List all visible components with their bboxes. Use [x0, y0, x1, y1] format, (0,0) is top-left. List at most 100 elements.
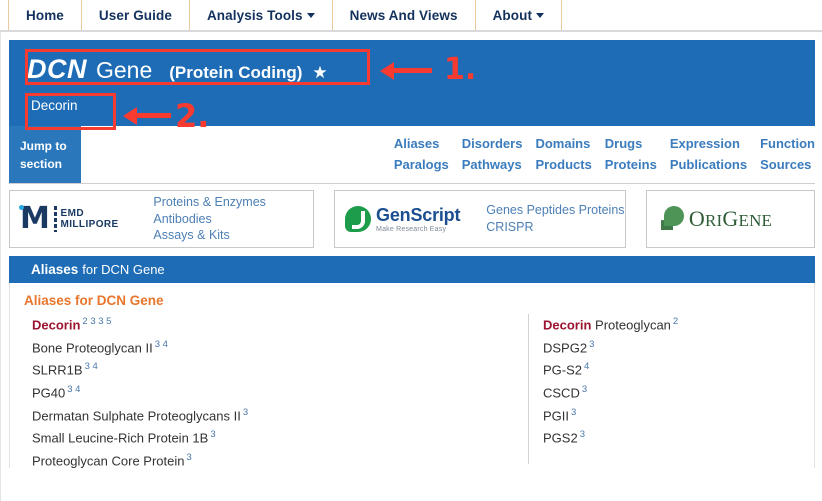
- chevron-down-icon: [536, 13, 544, 18]
- jump-tab-line1: Jump to: [20, 137, 81, 155]
- origene-logo-icon: ORIGENE: [661, 206, 772, 232]
- genscript-leaf-icon: [345, 206, 371, 232]
- millipore-wordmark: EMD MILLIPORE: [61, 208, 136, 230]
- aliases-left-column: Decorin2 3 3 5 Bone Proteoglycan II3 4 S…: [10, 314, 528, 464]
- alias-item: DSPG23: [543, 337, 814, 360]
- nav-item-about[interactable]: About: [476, 0, 562, 30]
- origene-wordmark: ORIGENE: [689, 206, 772, 232]
- aliases-section-subtitle: for DCN Gene: [82, 262, 164, 277]
- alias-label: Decorin: [32, 317, 80, 332]
- alias-sources: 3: [210, 429, 215, 440]
- alias-label: PGII: [543, 408, 569, 423]
- gene-type-label: (Protein Coding): [169, 63, 302, 83]
- millipore-m-glyph: M: [20, 204, 50, 234]
- jump-column-1: Aliases Paralogs: [394, 134, 449, 174]
- origene-leaf-icon: [661, 206, 685, 232]
- jump-link-pathways[interactable]: Pathways: [462, 155, 522, 175]
- alias-sources: 3 4: [85, 361, 98, 372]
- gene-word: Gene: [96, 57, 152, 84]
- alias-label: Dermatan Sulphate Proteoglycans II: [32, 408, 241, 423]
- sponsor-card-genscript[interactable]: GenScript Make Research Easy Genes Pepti…: [334, 190, 626, 248]
- jump-to-section-tab: Jump to section: [9, 126, 81, 183]
- alias-sources: 3: [580, 429, 585, 440]
- origene-o: O: [689, 206, 705, 231]
- jump-column-5: Expression Publications: [670, 134, 747, 174]
- nav-item-label: Home: [26, 8, 64, 23]
- alias-sources: 2: [673, 316, 678, 327]
- alias-sources: 3: [571, 407, 576, 418]
- nav-item-user-guide[interactable]: User Guide: [82, 0, 190, 30]
- gene-header-banner: DCN Gene (Protein Coding) ★ Decorin 1. 2…: [9, 40, 815, 126]
- nav-item-label: Analysis Tools: [207, 8, 303, 23]
- jump-link-publications[interactable]: Publications: [670, 155, 747, 175]
- page-body: DCN Gene (Protein Coding) ★ Decorin 1. 2…: [0, 32, 822, 501]
- aliases-heading: Aliases for DCN Gene: [10, 293, 814, 308]
- aliases-section-body: Aliases for DCN Gene Decorin2 3 3 5 Bone…: [9, 283, 815, 468]
- sponsor-text-line2: Assays & Kits: [153, 227, 313, 244]
- alias-label: SLRR1B: [32, 363, 83, 378]
- jump-link-proteins[interactable]: Proteins: [605, 155, 657, 175]
- jump-link-disorders[interactable]: Disorders: [462, 134, 523, 154]
- genscript-name: GenScript: [376, 206, 460, 224]
- alias-item: Proteoglycan Core Protein3: [32, 450, 528, 473]
- sponsor-card-emd-millipore[interactable]: M EMD MILLIPORE Proteins & Enzymes Antib…: [9, 190, 314, 248]
- alias-label: PGS2: [543, 431, 578, 446]
- jump-link-domains[interactable]: Domains: [535, 134, 590, 154]
- annotation-marker-1: 1.: [444, 55, 476, 85]
- nav-item-label: About: [493, 8, 532, 23]
- alias-label-suffix: Proteoglycan: [591, 317, 671, 332]
- aliases-section-title: Aliases: [31, 262, 78, 277]
- jump-link-aliases[interactable]: Aliases: [394, 134, 440, 154]
- sponsor-card-origene[interactable]: ORIGENE: [646, 190, 815, 248]
- jump-column-2: Disorders Pathways: [462, 134, 523, 174]
- alias-label: CSCD: [543, 385, 580, 400]
- nav-item-label: User Guide: [99, 8, 172, 23]
- sponsor-strip: M EMD MILLIPORE Proteins & Enzymes Antib…: [9, 184, 815, 256]
- alias-label: DSPG2: [543, 340, 587, 355]
- alias-label: Proteoglycan Core Protein: [32, 453, 184, 468]
- jump-link-paralogs[interactable]: Paralogs: [394, 155, 449, 175]
- jump-tab-line2: section: [20, 155, 81, 173]
- genscript-wordmark: GenScript Make Research Easy: [376, 206, 460, 233]
- jump-link-expression[interactable]: Expression: [670, 134, 740, 154]
- arrow-shaft: [392, 68, 432, 73]
- jump-column-3: Domains Products: [535, 134, 591, 174]
- genscript-logo-icon: GenScript Make Research Easy: [345, 206, 460, 233]
- alias-item: Decorin2 3 3 5: [32, 314, 528, 337]
- jump-link-drugs[interactable]: Drugs: [605, 134, 643, 154]
- alias-label: Bone Proteoglycan II: [32, 340, 153, 355]
- jump-column-6: Function Sources: [760, 134, 815, 174]
- alias-item: Bone Proteoglycan II3 4: [32, 337, 528, 360]
- alias-item: PGII3: [543, 405, 814, 428]
- nav-item-home[interactable]: Home: [8, 0, 82, 30]
- alias-item: SLRR1B3 4: [32, 359, 528, 382]
- sponsor-text-emd-millipore: Proteins & Enzymes Antibodies Assays & K…: [153, 194, 313, 245]
- alias-sources: 3 4: [155, 339, 168, 350]
- jump-link-function[interactable]: Function: [760, 134, 815, 154]
- alias-label: PG-S2: [543, 363, 582, 378]
- alias-sources: 2 3 3 5: [82, 316, 111, 327]
- sponsor-text-genscript: Genes Peptides Proteins CRISPR: [486, 202, 625, 236]
- sponsor-text-line1: Proteins & Enzymes Antibodies: [153, 194, 313, 228]
- nav-item-news-and-views[interactable]: News And Views: [333, 0, 476, 30]
- arrow-shaft: [135, 113, 171, 118]
- nav-item-label: News And Views: [350, 8, 458, 23]
- nav-item-analysis-tools[interactable]: Analysis Tools: [190, 0, 333, 30]
- alias-sources: 4: [584, 361, 589, 372]
- arrow-head-icon: [380, 62, 394, 80]
- emd-millipore-logo-icon: M EMD MILLIPORE: [20, 204, 135, 234]
- alias-item: Decorin Proteoglycan2: [543, 314, 814, 337]
- alias-item: PGS23: [543, 427, 814, 450]
- aliases-right-column: Decorin Proteoglycan2 DSPG23 PG-S24 CSCD…: [528, 314, 814, 464]
- main-navigation: Home User Guide Analysis Tools News And …: [0, 0, 822, 32]
- origene-ri: RI: [705, 211, 722, 230]
- chevron-down-icon: [307, 13, 315, 18]
- alias-label: PG40: [32, 385, 65, 400]
- jump-link-products[interactable]: Products: [535, 155, 591, 175]
- favorite-star-icon[interactable]: ★: [312, 63, 327, 83]
- alias-sources: 3: [589, 339, 594, 350]
- alias-sources: 3 4: [67, 384, 80, 395]
- origene-g: G: [722, 206, 738, 231]
- jump-to-section-bar: Jump to section Aliases Paralogs Disorde…: [9, 126, 815, 184]
- jump-link-sources[interactable]: Sources: [760, 155, 811, 175]
